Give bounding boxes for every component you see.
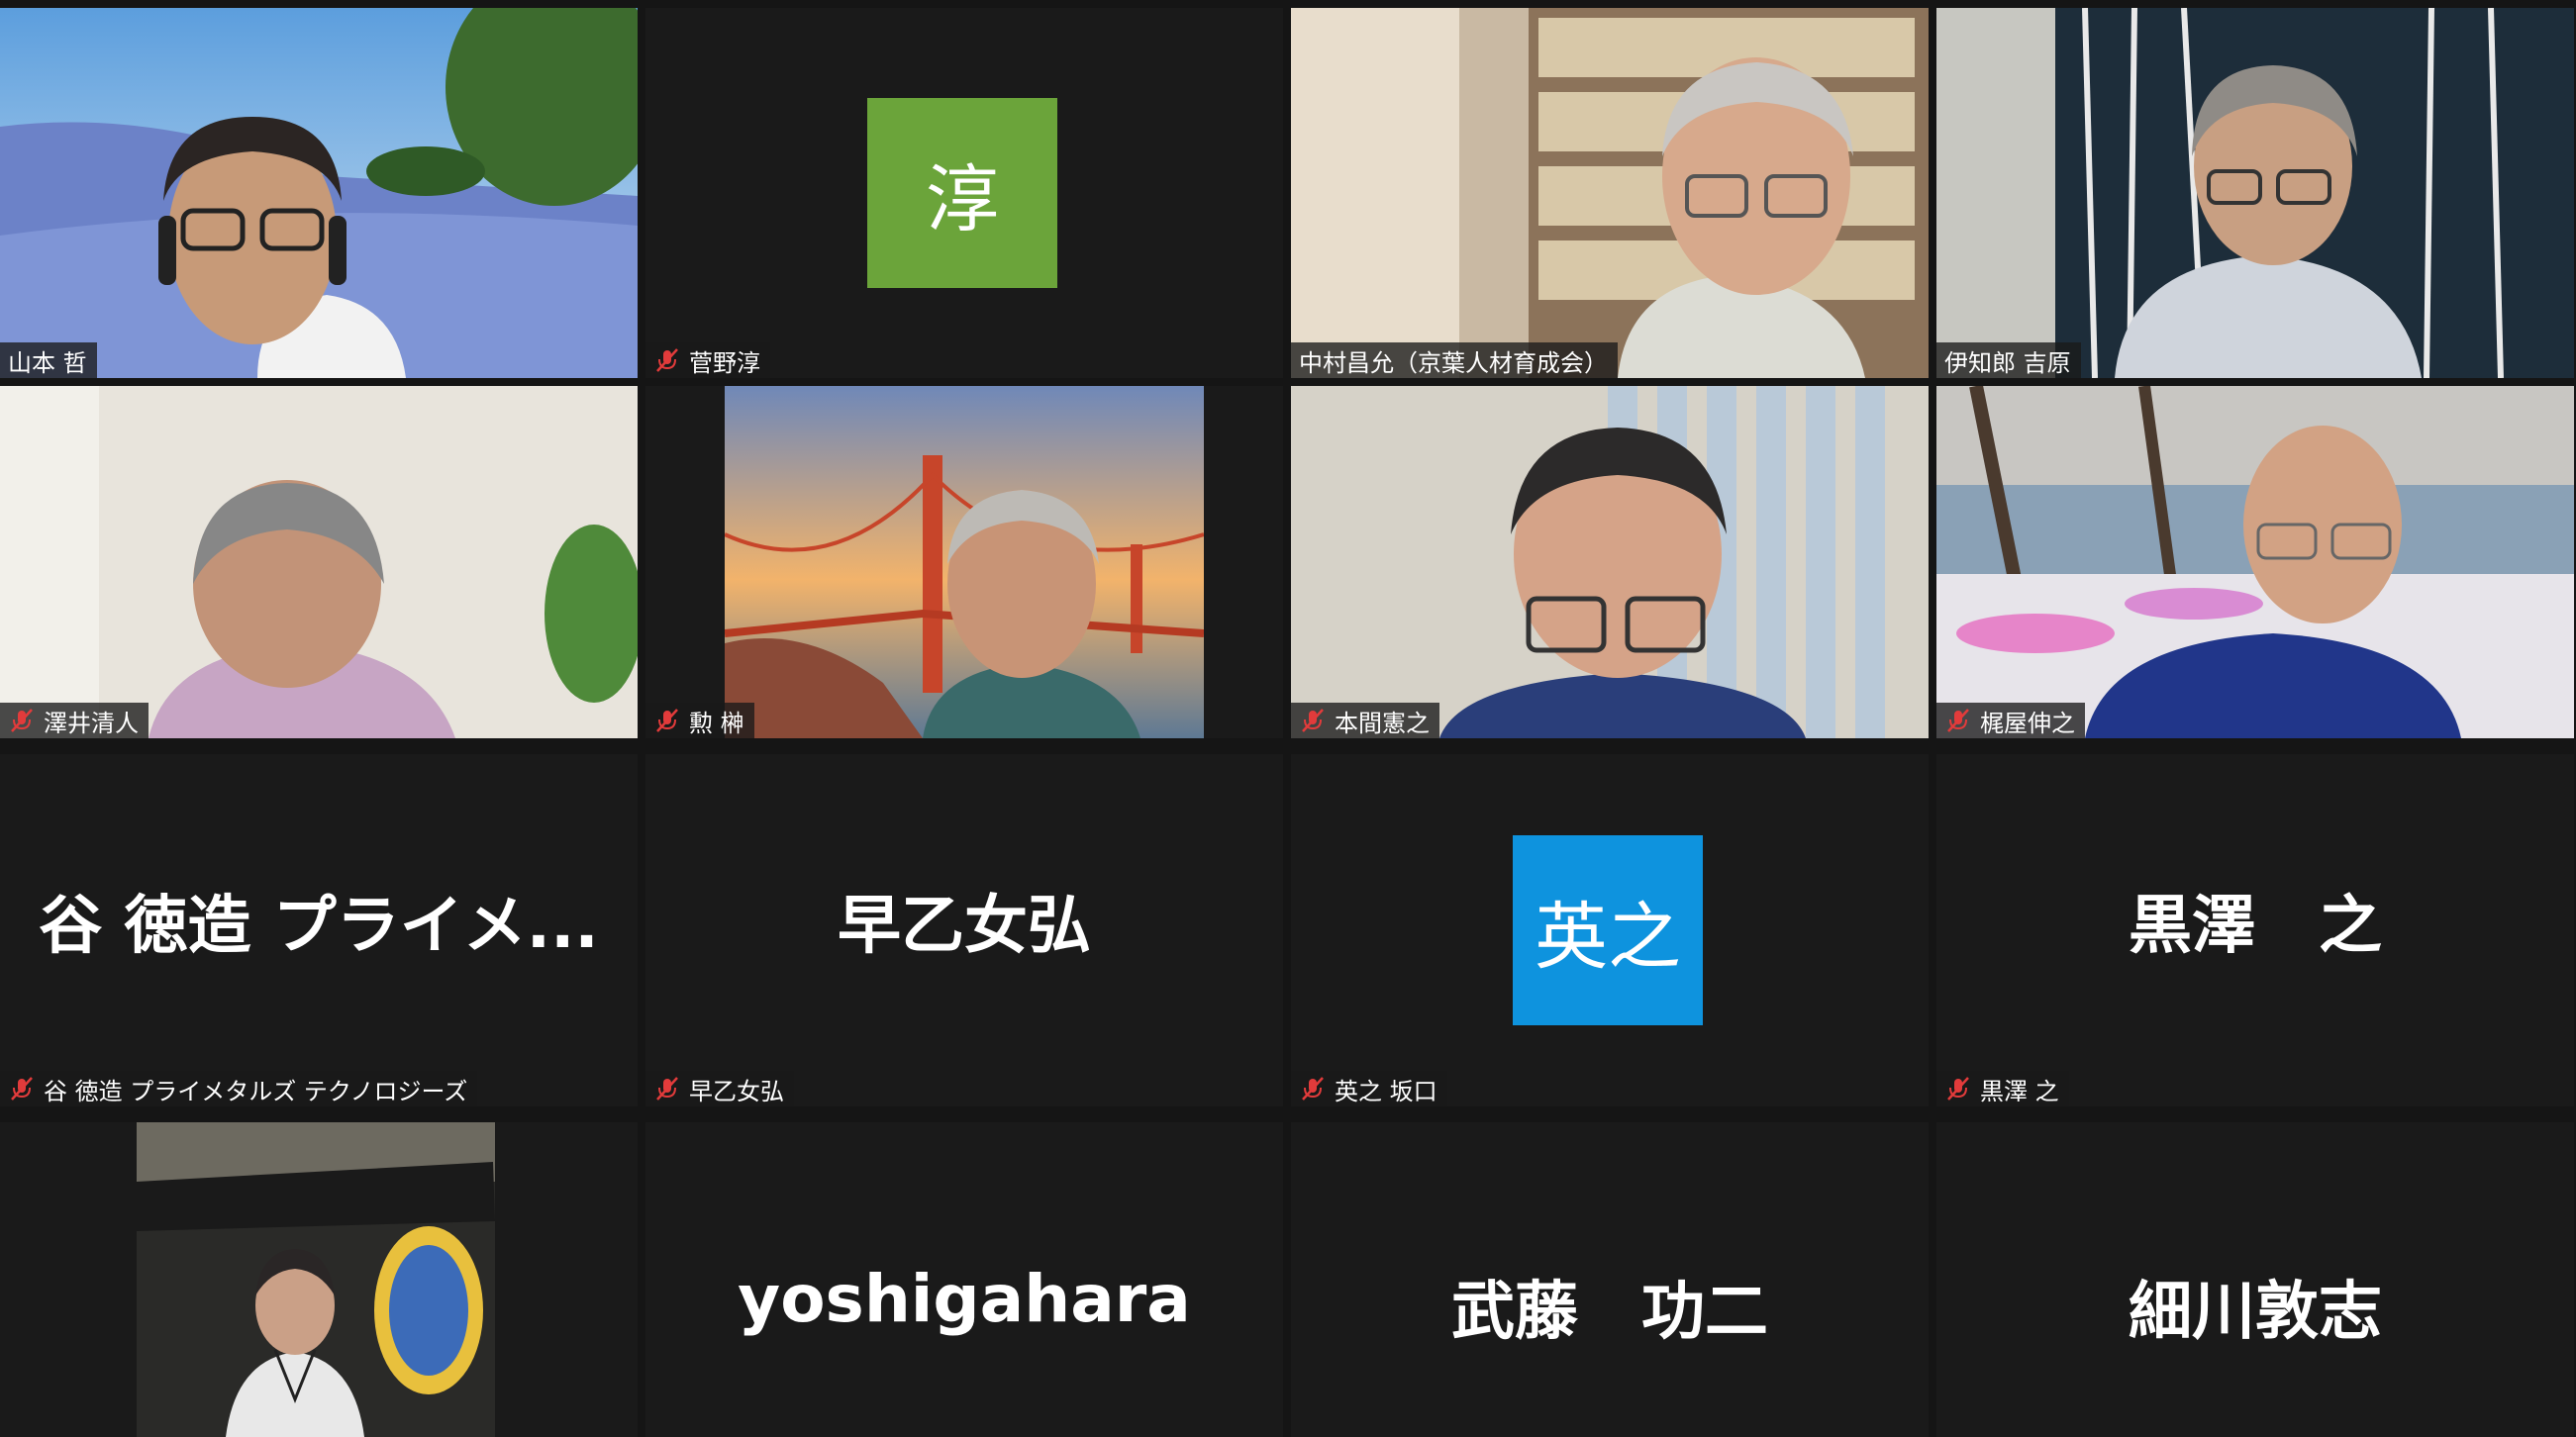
- participant-tile-video-bottom-left[interactable]: [0, 1122, 638, 1437]
- participant-tile-kurosawa[interactable]: 黒澤 之 黒澤 之: [1936, 754, 2574, 1106]
- participant-name-label: 中村昌允（京葉人材育成会）: [1291, 342, 1618, 378]
- muted-microphone-icon: [8, 707, 36, 734]
- participant-name: 梶屋伸之: [1980, 709, 2075, 737]
- participant-tile-yamamoto[interactable]: 山本 哲: [0, 8, 638, 378]
- participant-display-name-text: 細川敦志: [2129, 1276, 2382, 1349]
- participant-name-label: 早乙女弘: [645, 1071, 794, 1106]
- participant-video: [1936, 386, 2574, 738]
- participant-display-name: 谷 徳造 プライメ...: [0, 754, 638, 1087]
- video-gallery-grid: 山本 哲 淳 菅野淳 中村昌允（京葉人材育成会） 伊知郎 吉原 澤井清人 勲 榊…: [0, 0, 2576, 1437]
- participant-name: 山本 哲: [8, 348, 87, 377]
- participant-name: 黒澤 之: [1980, 1077, 2059, 1105]
- participant-name: 本間憲之: [1335, 709, 1430, 737]
- participant-name-label: 澤井清人: [0, 703, 149, 738]
- participant-name-label: 黒澤 之: [1936, 1071, 2069, 1106]
- participant-name-label: 英之 坂口: [1291, 1071, 1447, 1106]
- participant-display-name: 細川敦志: [1936, 1122, 2574, 1437]
- participant-tile-sakaguchi[interactable]: 英之 英之 坂口: [1291, 754, 1929, 1106]
- muted-microphone-icon: [8, 1075, 36, 1102]
- muted-microphone-icon: [653, 707, 681, 734]
- participant-video: [1291, 8, 1929, 378]
- participant-display-name: yoshigahara: [645, 1122, 1283, 1437]
- participant-name: 谷 徳造 プライメタルズ テクノロジーズ: [44, 1077, 468, 1105]
- participant-name-label: 梶屋伸之: [1936, 703, 2085, 738]
- participant-display-name: 黒澤 之: [1936, 754, 2574, 1087]
- participant-display-name: 早乙女弘: [645, 754, 1283, 1087]
- participant-name: 菅野淳: [689, 348, 760, 377]
- participant-display-name-text: 黒澤 之: [2129, 890, 2382, 963]
- participant-display-name-text: 谷 徳造 プライメ...: [39, 890, 599, 963]
- participant-video: [725, 386, 1204, 738]
- participant-display-name-text: yoshigahara: [738, 1261, 1191, 1337]
- participant-tile-honma[interactable]: 本間憲之: [1291, 386, 1929, 738]
- participant-name-label: 本間憲之: [1291, 703, 1439, 738]
- muted-microphone-icon: [1944, 707, 1972, 734]
- participant-tile-yoshihara[interactable]: 伊知郎 吉原: [1936, 8, 2574, 378]
- participant-display-name-text: 武藤 功二: [1451, 1276, 1768, 1349]
- participant-name-label: 菅野淳: [645, 342, 770, 378]
- muted-microphone-icon: [1299, 1075, 1327, 1102]
- participant-tile-muto[interactable]: 武藤 功二: [1291, 1122, 1929, 1437]
- participant-display-name-text: 早乙女弘: [838, 890, 1091, 963]
- participant-name: 勲 榊: [689, 709, 744, 737]
- participant-tile-sakaki[interactable]: 勲 榊: [645, 386, 1283, 738]
- participant-avatar: 英之: [1513, 835, 1703, 1025]
- muted-microphone-icon: [653, 346, 681, 374]
- participant-name-label: 山本 哲: [0, 342, 97, 378]
- participant-video: [0, 386, 638, 738]
- participant-tile-saotome[interactable]: 早乙女弘 早乙女弘: [645, 754, 1283, 1106]
- muted-microphone-icon: [1944, 1075, 1972, 1102]
- participant-tile-kajiya[interactable]: 梶屋伸之: [1936, 386, 2574, 738]
- participant-name: 伊知郎 吉原: [1944, 348, 2071, 377]
- participant-tile-sawai[interactable]: 澤井清人: [0, 386, 638, 738]
- participant-tile-tani[interactable]: 谷 徳造 プライメ... 谷 徳造 プライメタルズ テクノロジーズ: [0, 754, 638, 1106]
- participant-video: [0, 8, 638, 378]
- participant-video: [137, 1122, 495, 1437]
- participant-video: [1291, 386, 1929, 738]
- participant-name: 早乙女弘: [689, 1077, 784, 1105]
- participant-name: 澤井清人: [44, 709, 139, 737]
- muted-microphone-icon: [653, 1075, 681, 1102]
- participant-name-label: 勲 榊: [645, 703, 754, 738]
- avatar-initials: 英之: [1535, 894, 1681, 980]
- participant-tile-hosokawa[interactable]: 細川敦志: [1936, 1122, 2574, 1437]
- participant-tile-yoshigahara[interactable]: yoshigahara: [645, 1122, 1283, 1437]
- avatar-initials: 淳: [926, 156, 999, 242]
- muted-microphone-icon: [1299, 707, 1327, 734]
- participant-avatar: 淳: [867, 98, 1057, 288]
- participant-tile-nakamura[interactable]: 中村昌允（京葉人材育成会）: [1291, 8, 1929, 378]
- participant-tile-sugano[interactable]: 淳 菅野淳: [645, 8, 1283, 378]
- participant-name-label: 谷 徳造 プライメタルズ テクノロジーズ: [0, 1071, 478, 1106]
- participant-name-label: 伊知郎 吉原: [1936, 342, 2081, 378]
- participant-name: 中村昌允（京葉人材育成会）: [1299, 348, 1608, 377]
- participant-name: 英之 坂口: [1335, 1077, 1437, 1105]
- participant-display-name: 武藤 功二: [1291, 1122, 1929, 1437]
- participant-video: [1936, 8, 2574, 378]
